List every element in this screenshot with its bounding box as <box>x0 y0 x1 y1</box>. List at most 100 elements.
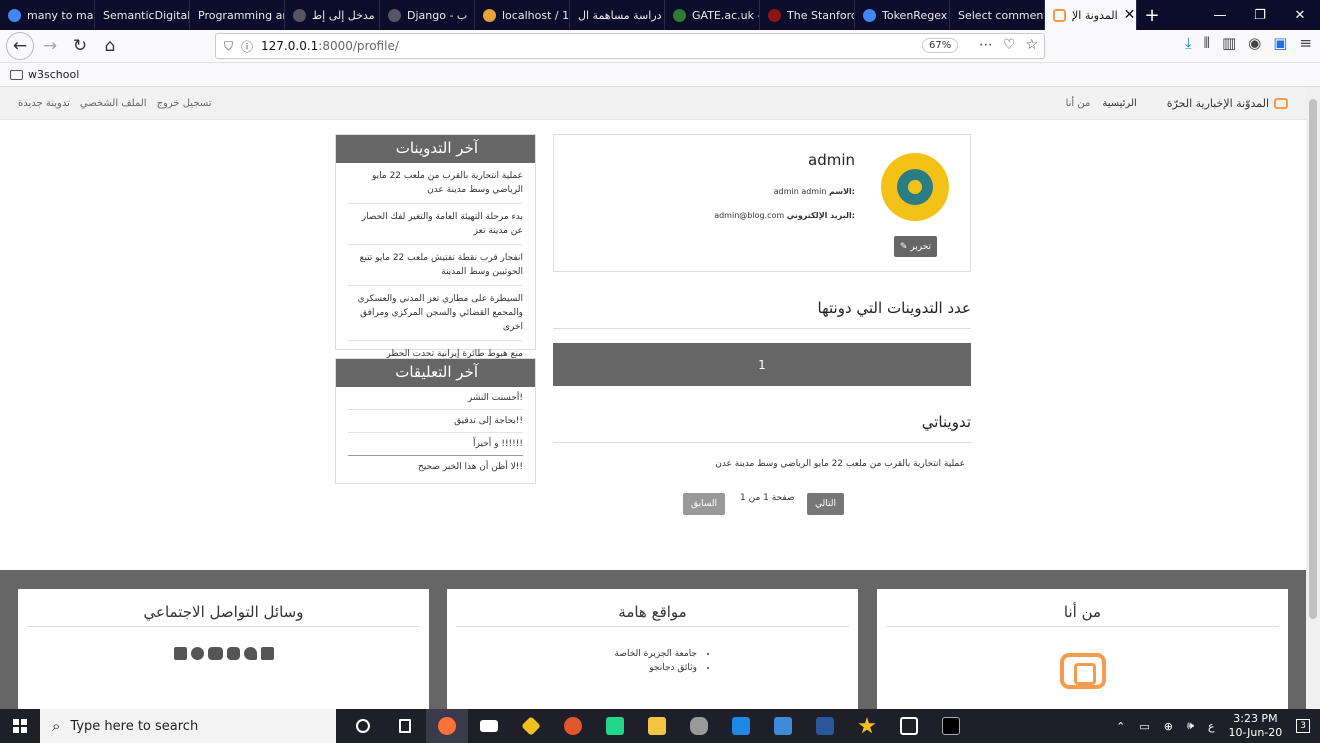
site-logo-icon <box>1059 653 1106 689</box>
firefox-icon[interactable] <box>426 709 468 743</box>
google-icon <box>863 8 876 22</box>
address-bar[interactable]: ⛉ ⓘ 127.0.0.1:8000/profile/ 67% ⋯ ♡ ☆ <box>215 33 1045 59</box>
latest-post-item[interactable]: انفجار قرب نقطة تفتيش ملعب 22 مايو تتبع … <box>348 245 523 286</box>
latest-comment-item[interactable]: و أخيراً !!!!!! <box>348 433 523 456</box>
image-viewer-icon[interactable] <box>762 709 804 743</box>
clock[interactable]: 3:23 PM 10-Jun-20 <box>1229 712 1283 740</box>
browser-tab[interactable]: دراسة مساهمة ال <box>570 0 665 30</box>
window-controls: — ❐ ✕ <box>1200 0 1320 30</box>
scrollbar-thumb[interactable] <box>1309 99 1317 619</box>
bookmark-star-icon[interactable]: ☆ <box>1025 37 1038 53</box>
browser-tab[interactable]: Programming an <box>190 0 285 30</box>
minimize-button[interactable]: — <box>1200 0 1240 30</box>
language-indicator[interactable]: ع <box>1208 720 1215 733</box>
back-arrow-icon[interactable]: ← <box>6 32 34 60</box>
browser-tab[interactable]: localhost / 1 <box>475 0 570 30</box>
restore-button[interactable]: ❐ <box>1240 0 1280 30</box>
browser-tab-active[interactable]: المدونة الإ ✕ <box>1045 0 1137 30</box>
extension-icon[interactable]: ▣ <box>1273 34 1287 52</box>
toolbar-right: ⤓ ⫴ ▥ ◉ ▣ ≡ <box>1185 34 1312 52</box>
latest-post-item[interactable]: بدء مرحلة التهيئة العامة والتغير لفك الح… <box>348 204 523 245</box>
browser-tab[interactable]: TokenRegex <box>855 0 950 30</box>
nav-left: تدوينة جديدة الملف الشخصي تسجيل خروج <box>18 98 211 109</box>
nav-profile[interactable]: الملف الشخصي <box>80 98 147 109</box>
google-icon <box>8 8 21 22</box>
instagram-icon[interactable] <box>226 647 240 660</box>
battery-icon[interactable]: ▭ <box>1139 720 1149 733</box>
volume-icon[interactable]: 🕪 <box>1187 719 1194 733</box>
vscode-icon[interactable] <box>720 709 762 743</box>
library-icon[interactable]: ⫴ <box>1204 34 1210 52</box>
footer-link[interactable]: جامعة الجزيرة الخاصة <box>335 647 709 661</box>
pagination: السابق <box>683 493 726 515</box>
pycharm-icon[interactable] <box>594 709 636 743</box>
twitter-icon[interactable] <box>243 647 257 660</box>
new-tab-button[interactable]: + <box>1137 0 1167 30</box>
home-icon[interactable]: ⌂ <box>96 32 124 60</box>
telegram-icon[interactable] <box>190 647 204 660</box>
git-icon[interactable] <box>510 709 552 743</box>
postman-icon[interactable] <box>552 709 594 743</box>
browser-tab[interactable]: many to ma <box>0 0 95 30</box>
photos-icon[interactable] <box>888 709 930 743</box>
sidebar-icon[interactable]: ▥ <box>1222 34 1236 52</box>
cortana-icon[interactable] <box>342 709 384 743</box>
start-button[interactable] <box>0 709 40 743</box>
forward-arrow-icon[interactable]: → <box>36 32 64 60</box>
prev-page-button[interactable]: السابق <box>683 493 726 515</box>
word-icon[interactable] <box>804 709 846 743</box>
url-path: :8000/profile/ <box>318 39 399 53</box>
latest-comment-item[interactable]: بحاجة إلى تدقيق!! <box>348 410 523 433</box>
database-icon[interactable] <box>678 709 720 743</box>
taskbar-search[interactable]: ⌕ Type here to search <box>40 709 336 743</box>
nav-about[interactable]: من أنا <box>1066 98 1091 109</box>
browser-tab[interactable]: Select comment <box>950 0 1045 30</box>
file-explorer-icon[interactable] <box>636 709 678 743</box>
task-view-icon[interactable] <box>384 709 426 743</box>
site-footer: وسائل التواصل الاجتماعي مواقع هامة جامعة… <box>0 570 1306 709</box>
latest-comments-list: أحسنت النشر! بحاجة إلى تدقيق!! و أخيراً … <box>336 387 535 478</box>
wrench-gear-icon <box>897 169 933 205</box>
divider <box>553 328 971 329</box>
page-scrollbar[interactable] <box>1306 87 1320 709</box>
star-app-icon[interactable] <box>846 709 888 743</box>
mail-icon[interactable] <box>468 709 510 743</box>
latest-post-item[interactable]: السيطرة على مطاري تعز المدني والعسكري وا… <box>348 286 523 341</box>
latest-post-item[interactable]: عملية انتحارية بالقرب من ملعب 22 مايو ال… <box>348 163 523 204</box>
download-icon[interactable]: ⤓ <box>1185 34 1192 52</box>
account-icon[interactable]: ◉ <box>1248 34 1261 52</box>
more-icon[interactable]: ⋯ <box>979 37 993 53</box>
browser-tab[interactable]: SemanticDigital <box>95 0 190 30</box>
reload-icon[interactable]: ↻ <box>66 32 94 60</box>
notification-icon[interactable]: 3 <box>1296 719 1310 733</box>
browser-tab[interactable]: Django - ب <box>380 0 475 30</box>
browser-tab[interactable]: The Stanford <box>760 0 855 30</box>
pocket-icon[interactable]: ♡ <box>1003 37 1016 53</box>
search-icon: ⌕ <box>52 717 61 735</box>
site-brand[interactable]: المدوّنة الإخبارية الحرّة <box>1167 97 1288 110</box>
nav-home[interactable]: الرئيسية <box>1102 98 1136 109</box>
network-icon[interactable]: ⊕ <box>1164 720 1173 733</box>
nav-new-post[interactable]: تدوينة جديدة <box>18 98 70 109</box>
browser-toolbar: ← → ↻ ⌂ ⛉ ⓘ 127.0.0.1:8000/profile/ 67% … <box>0 30 1320 63</box>
latest-comment-item[interactable]: أحسنت النشر! <box>348 387 523 410</box>
footer-link[interactable]: وثائق دجانجو <box>335 661 709 675</box>
close-window-button[interactable]: ✕ <box>1280 0 1320 30</box>
latest-comment-item[interactable]: لا أظن أن هذا الخبر صحيح!! <box>348 456 523 478</box>
browser-tab[interactable]: GATE.ac.uk - <box>665 0 760 30</box>
edit-profile-button[interactable]: ✎ تحرير <box>894 236 937 257</box>
facebook-icon[interactable] <box>260 647 274 660</box>
linkedin-icon[interactable] <box>173 647 187 660</box>
next-page-button[interactable]: التالي <box>807 493 844 515</box>
close-tab-icon[interactable]: ✕ <box>1124 7 1136 23</box>
menu-icon[interactable]: ≡ <box>1299 34 1312 52</box>
bookmark-item[interactable]: w3school <box>28 68 79 81</box>
my-post-item[interactable]: عملية انتحارية بالقرب من ملعب 22 مايو ال… <box>715 459 965 469</box>
terminal-icon[interactable] <box>930 709 972 743</box>
browser-tab[interactable]: مدخل إلى إط <box>285 0 380 30</box>
footer-links-card: مواقع هامة جامعة الجزيرة الخاصة وثائق دج… <box>447 589 858 709</box>
youtube-icon[interactable] <box>207 647 223 660</box>
chevron-up-icon[interactable]: ⌃ <box>1116 720 1125 733</box>
zoom-indicator[interactable]: 67% <box>922 38 959 53</box>
nav-logout[interactable]: تسجيل خروج <box>157 98 212 109</box>
